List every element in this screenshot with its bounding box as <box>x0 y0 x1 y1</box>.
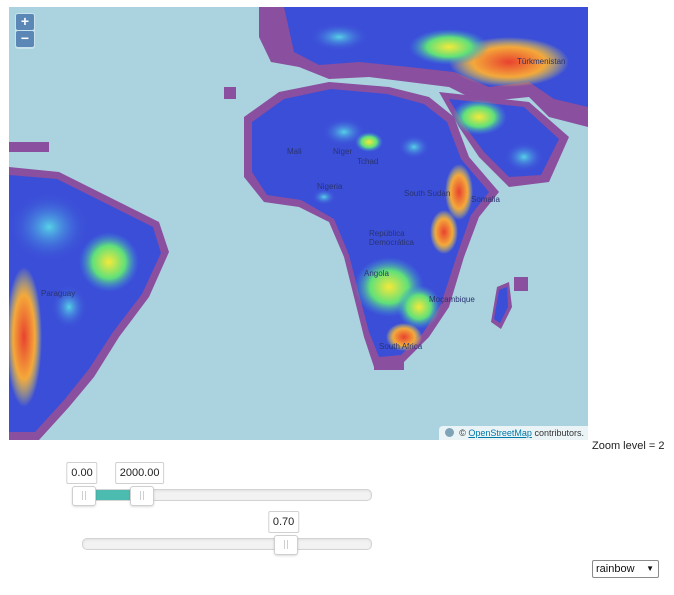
place-label: South Sudan <box>404 189 451 198</box>
zoom-control: + − <box>15 13 35 49</box>
range-max-tooltip: 2000.00 <box>114 462 165 484</box>
place-label: Mali <box>287 147 302 156</box>
range-min-handle[interactable] <box>72 486 96 506</box>
zoom-out-button[interactable]: − <box>16 31 34 47</box>
colormap-select[interactable]: rainbow ▼ <box>592 560 659 578</box>
range-max-handle[interactable] <box>129 486 154 506</box>
dropdown-arrow-icon: ▼ <box>646 564 654 573</box>
zoom-level-readout: Zoom level = 2 <box>592 440 665 452</box>
info-icon[interactable] <box>444 428 454 437</box>
opacity-tooltip: 0.70 <box>267 511 300 533</box>
place-label: Somalia <box>471 195 500 204</box>
place-label: Nigeria <box>317 182 343 191</box>
range-min-tooltip: 0.00 <box>66 462 98 484</box>
opacity-handle[interactable] <box>273 535 298 555</box>
openstreetmap-link[interactable]: OpenStreetMap <box>468 428 532 438</box>
attribution-suffix: contributors. <box>534 428 584 438</box>
elevation-raster-layer <box>9 7 588 440</box>
zoom-in-button[interactable]: + <box>16 14 34 30</box>
colormap-selected-value: rainbow <box>596 563 635 575</box>
place-label: Paraguay <box>41 289 76 298</box>
place-label: Moçambique <box>429 295 475 304</box>
place-label: Tchad <box>357 157 379 166</box>
place-label: Angola <box>364 269 389 278</box>
place-label: República Democrática <box>369 229 414 247</box>
map-attribution: © OpenStreetMap contributors. <box>438 426 588 440</box>
place-label: South Africa <box>379 342 423 351</box>
place-label: Türkmenistan <box>517 57 566 66</box>
place-label: Niger <box>333 147 353 156</box>
map-view[interactable]: Mali Niger Tchad Nigeria South Sudan Som… <box>9 7 588 440</box>
opacity-slider-track[interactable] <box>82 535 372 555</box>
attribution-prefix: © <box>459 428 466 438</box>
range-slider-track[interactable] <box>72 486 372 506</box>
